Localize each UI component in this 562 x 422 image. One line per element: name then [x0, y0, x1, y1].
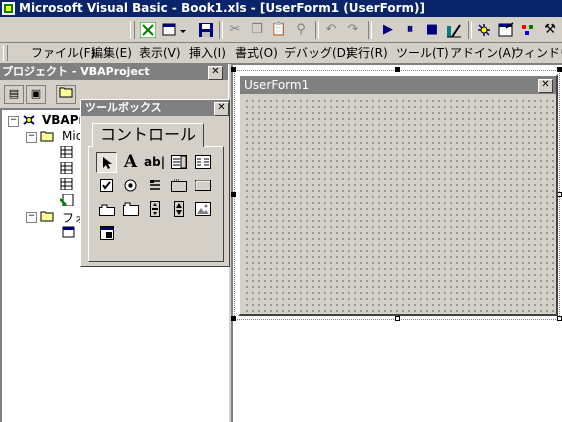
menu-edit[interactable]: 編集(E): [91, 46, 132, 61]
menu-file[interactable]: ファイル(F): [31, 46, 95, 61]
checkbox-tool-icon[interactable]: [96, 175, 117, 196]
break-icon[interactable]: ⏸: [400, 20, 420, 40]
toolbar-grip[interactable]: [130, 21, 135, 39]
toolbox-close-button[interactable]: ✕: [214, 102, 229, 116]
save-icon[interactable]: [196, 20, 216, 40]
textbox-tool-icon[interactable]: ab|: [144, 152, 165, 173]
tree-root-label[interactable]: VBAPr: [42, 113, 84, 127]
frame-tool-icon[interactable]: [168, 175, 189, 196]
cut-icon[interactable]: ✂: [225, 20, 245, 40]
refedit-tool-icon[interactable]: [96, 223, 117, 244]
userform-close-button[interactable]: ✕: [538, 79, 553, 93]
resize-handle[interactable]: [395, 67, 400, 72]
tree-expander[interactable]: −: [8, 116, 19, 127]
folder-icon: [40, 211, 54, 222]
menu-view[interactable]: 表示(V): [139, 46, 181, 61]
menu-debug[interactable]: デバッグ(D): [284, 46, 351, 61]
menu-insert[interactable]: 挿入(I): [189, 46, 226, 61]
sheet-icon[interactable]: [60, 178, 74, 190]
project-close-button[interactable]: ✕: [208, 66, 223, 80]
multipage-tool-icon[interactable]: [120, 199, 141, 220]
menu-addins[interactable]: アドイン(A): [450, 46, 516, 61]
image-tool-icon[interactable]: [192, 199, 213, 220]
commandbutton-tool-icon[interactable]: [192, 175, 213, 196]
window-title: Microsoft Visual Basic - Book1.xls - [Us…: [19, 1, 426, 15]
vbaproject-icon: [23, 115, 35, 125]
resize-handle[interactable]: [231, 67, 236, 72]
project-explorer-title: プロジェクト - VBAProject ✕: [0, 64, 228, 80]
project-explorer-title-text: プロジェクト - VBAProject: [2, 65, 150, 78]
object-browser-icon[interactable]: [518, 20, 538, 40]
menu-format[interactable]: 書式(O): [235, 46, 278, 61]
resize-handle[interactable]: [395, 316, 400, 321]
combobox-tool-icon[interactable]: [168, 152, 189, 173]
resize-handle[interactable]: [231, 316, 236, 321]
menu-tools[interactable]: ツール(T): [396, 46, 449, 61]
userform-grid[interactable]: [242, 96, 556, 314]
redo-icon[interactable]: ↷: [343, 20, 363, 40]
copy-icon[interactable]: ❐: [247, 20, 267, 40]
scrollbar-tool-icon[interactable]: [144, 199, 165, 220]
spinbutton-tool-icon[interactable]: [168, 199, 189, 220]
project-explorer-icon[interactable]: [474, 20, 494, 40]
sheet-icon[interactable]: [60, 146, 74, 158]
tree-expander[interactable]: −: [26, 212, 37, 223]
toolbar-separator: [368, 21, 372, 39]
toolbar-separator: [219, 21, 223, 39]
tab-controls[interactable]: コントロール: [92, 123, 204, 147]
view-code-icon[interactable]: ▤: [4, 85, 24, 104]
label-tool-icon[interactable]: A: [120, 152, 141, 173]
view-object-icon[interactable]: ▣: [26, 85, 46, 104]
standard-toolbar: ✂ ❐ 📋 ⚲ ↶ ↷ ▶ ⏸ ■ ⚒: [0, 17, 562, 43]
userform-icon[interactable]: [62, 226, 76, 238]
window-title-bar: Microsoft Visual Basic - Book1.xls - [Us…: [0, 0, 562, 17]
insert-userform-icon[interactable]: [160, 20, 190, 40]
userform-title-bar: UserForm1 ✕: [240, 76, 556, 94]
tree-expander[interactable]: −: [26, 132, 37, 143]
optionbutton-tool-icon[interactable]: [120, 175, 141, 196]
tabstrip-tool-icon[interactable]: [96, 199, 117, 220]
reset-icon[interactable]: ■: [422, 20, 442, 40]
togglebutton-tool-icon[interactable]: [144, 175, 165, 196]
toolbox-title-bar[interactable]: ツールボックス ✕: [81, 100, 229, 116]
toolbar-separator: [315, 21, 319, 39]
listbox-tool-icon[interactable]: [192, 152, 213, 173]
folder-icon: [40, 131, 54, 142]
find-icon[interactable]: ⚲: [291, 20, 311, 40]
sheet-icon[interactable]: [60, 162, 74, 174]
paste-icon[interactable]: 📋: [269, 20, 289, 40]
menubar-grip[interactable]: [3, 45, 8, 61]
run-icon[interactable]: ▶: [378, 20, 398, 40]
design-mode-icon[interactable]: [444, 20, 464, 40]
resize-handle[interactable]: [231, 192, 236, 197]
undo-icon[interactable]: ↶: [321, 20, 341, 40]
resize-handle[interactable]: [557, 67, 562, 72]
menu-run[interactable]: 実行(R): [346, 46, 388, 61]
userform-title: UserForm1: [244, 78, 310, 92]
vba-app-icon: [2, 2, 15, 15]
toolbox-icon[interactable]: ⚒: [540, 20, 560, 40]
excel-view-icon[interactable]: [138, 20, 158, 40]
toggle-folders-icon[interactable]: [56, 85, 76, 104]
menu-window[interactable]: ウィンドウ(W): [512, 46, 562, 61]
menu-bar: ファイル(F) 編集(E) 表示(V) 挿入(I) 書式(O) デバッグ(D) …: [0, 43, 562, 64]
properties-icon[interactable]: [496, 20, 516, 40]
workbook-icon[interactable]: [60, 194, 74, 206]
select-objects-tool-icon[interactable]: [96, 152, 117, 173]
resize-handle[interactable]: [557, 316, 562, 321]
toolbox-title: ツールボックス: [85, 101, 162, 114]
toolbar-separator: [468, 21, 472, 39]
